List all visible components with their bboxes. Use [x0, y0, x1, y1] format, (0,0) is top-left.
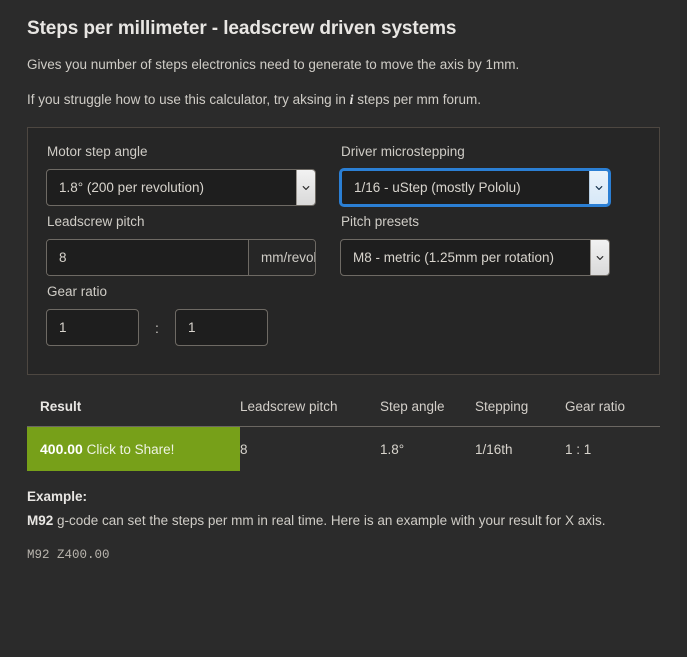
result-cell-gear-ratio: 1 : 1 [565, 441, 592, 457]
example-gcode-name: M92 [27, 513, 54, 529]
help-text-after: steps per mm forum. [353, 92, 481, 108]
gear-ratio-input-a[interactable] [46, 309, 139, 347]
result-share-button[interactable]: 400.00 Click to Share! [27, 426, 240, 472]
form-row-2: Leadscrew pitch mm/revolution Pitch pres… [46, 214, 641, 277]
field-gear-ratio: Gear ratio : [46, 284, 316, 347]
pitch-presets-label: Pitch presets [341, 214, 420, 230]
driver-microstepping-value: 1/16 - uStep (mostly Pololu) [354, 180, 521, 196]
gear-ratio-inputs: : [46, 309, 316, 347]
example-body: M92 g-code can set the steps per mm in r… [27, 511, 627, 531]
field-leadscrew-pitch: Leadscrew pitch mm/revolution [46, 214, 316, 277]
result-header-leadscrew-pitch: Leadscrew pitch [240, 391, 380, 428]
result-value: 400.00 [40, 441, 83, 458]
page-title: Steps per millimeter - leadscrew driven … [27, 18, 457, 39]
gear-ratio-separator: : [155, 319, 159, 336]
intro-text: Gives you number of steps electronics ne… [27, 57, 520, 72]
gear-ratio-label: Gear ratio [47, 284, 108, 300]
example-body-text: g-code can set the steps per mm in real … [53, 513, 606, 529]
motor-step-angle-label: Motor step angle [47, 144, 148, 160]
result-table-head: Result Leadscrew pitch Step angle Steppi… [27, 391, 660, 428]
result-table: Result Leadscrew pitch Step angle Steppi… [27, 391, 660, 472]
result-share-label: Click to Share! [86, 442, 175, 458]
leadscrew-pitch-unit: mm/revolution [248, 240, 315, 276]
help-text: If you struggle how to use this calculat… [27, 91, 660, 109]
driver-microstepping-label: Driver microstepping [341, 144, 465, 160]
leadscrew-pitch-input-group: mm/revolution [46, 239, 316, 277]
field-pitch-presets: Pitch presets M8 - metric (1.25mm per ro… [340, 214, 610, 277]
result-cell-leadscrew-pitch: 8 [240, 441, 248, 457]
example-title: Example: [27, 489, 88, 505]
chevron-down-glyph [302, 185, 310, 190]
leadscrew-pitch-input[interactable] [47, 240, 248, 276]
form-row-3: Gear ratio : [46, 284, 641, 347]
result-cell-step-angle: 1.8° [380, 441, 405, 457]
field-motor-step-angle: Motor step angle 1.8° (200 per revolutio… [46, 144, 316, 207]
pitch-presets-value: M8 - metric (1.25mm per rotation) [353, 250, 555, 266]
gear-ratio-input-b[interactable] [175, 309, 268, 347]
table-row: 400.00 Click to Share! 8 1.8° 1/16th 1 :… [27, 426, 660, 472]
result-header-result: Result [27, 391, 240, 428]
motor-step-angle-value: 1.8° (200 per revolution) [59, 180, 204, 196]
calculator-form-panel: Motor step angle 1.8° (200 per revolutio… [27, 127, 660, 376]
form-row-1: Motor step angle 1.8° (200 per revolutio… [46, 144, 641, 207]
result-table-body: 400.00 Click to Share! 8 1.8° 1/16th 1 :… [27, 426, 660, 472]
chevron-down-icon[interactable] [296, 170, 315, 206]
motor-step-angle-select[interactable]: 1.8° (200 per revolution) [46, 169, 316, 207]
result-header-row: Result Leadscrew pitch Step angle Steppi… [27, 391, 660, 428]
result-header-step-angle: Step angle [380, 391, 475, 428]
pitch-presets-select[interactable]: M8 - metric (1.25mm per rotation) [340, 239, 610, 277]
result-cell-stepping: 1/16th [475, 441, 513, 457]
help-text-before: If you struggle how to use this calculat… [27, 92, 350, 108]
result-header-gear-ratio: Gear ratio [565, 391, 660, 428]
chevron-down-icon[interactable] [589, 171, 608, 205]
driver-microstepping-select[interactable]: 1/16 - uStep (mostly Pololu) [340, 169, 610, 207]
chevron-down-glyph [595, 185, 603, 190]
example-section: Example: M92 g-code can set the steps pe… [27, 489, 660, 561]
chevron-down-glyph [596, 255, 604, 260]
calculator-page: Steps per millimeter - leadscrew driven … [0, 0, 687, 657]
leadscrew-pitch-label: Leadscrew pitch [47, 214, 145, 230]
result-header-stepping: Stepping [475, 391, 565, 428]
example-code: M92 Z400.00 [27, 547, 110, 562]
field-driver-microstepping: Driver microstepping 1/16 - uStep (mostl… [340, 144, 610, 207]
chevron-down-icon[interactable] [590, 240, 609, 276]
